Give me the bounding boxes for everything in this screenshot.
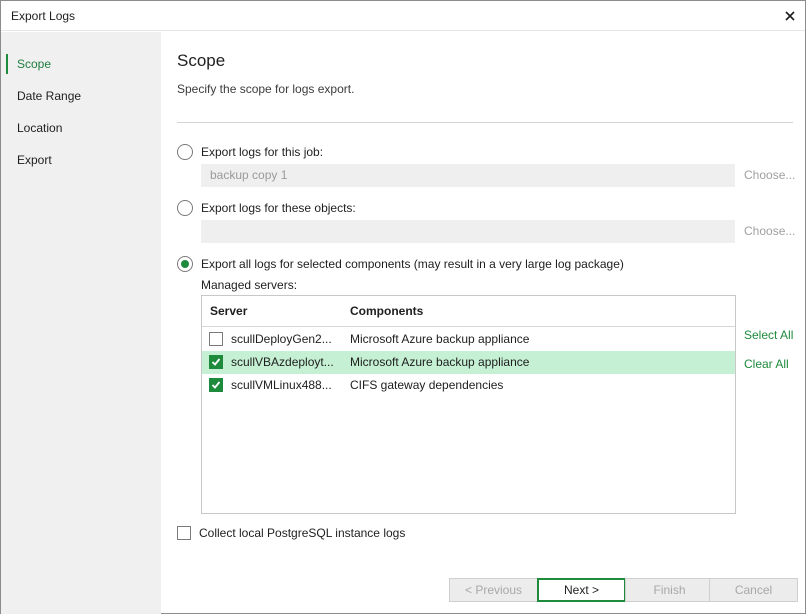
sidebar-item-export[interactable]: Export [1, 148, 161, 172]
component-name: Microsoft Azure backup appliance [350, 332, 530, 346]
radio-export-objects-label: Export logs for these objects: [201, 201, 356, 215]
sidebar-item-scope[interactable]: Scope [1, 52, 161, 76]
cancel-button[interactable]: Cancel [709, 578, 798, 602]
close-icon [785, 11, 795, 21]
collect-postgres-label: Collect local PostgreSQL instance logs [199, 526, 406, 540]
window-title: Export Logs [11, 9, 76, 23]
component-name: Microsoft Azure backup appliance [350, 355, 530, 369]
objects-field[interactable] [201, 220, 735, 243]
checkmark-icon [211, 358, 221, 366]
clear-all-link[interactable]: Clear All [744, 357, 789, 371]
table-header: Server Components [202, 296, 735, 327]
radio-export-components-label: Export all logs for selected components … [201, 257, 624, 271]
column-header-components[interactable]: Components [350, 304, 423, 318]
finish-button[interactable]: Finish [625, 578, 714, 602]
managed-servers-label: Managed servers: [201, 278, 298, 292]
table-row[interactable]: scullDeployGen2... Microsoft Azure backu… [202, 328, 735, 351]
column-header-server[interactable]: Server [210, 304, 247, 318]
export-logs-dialog: Export Logs Scope Date Range Location Ex… [0, 0, 806, 614]
sidebar-item-location[interactable]: Location [1, 116, 161, 140]
row-checkbox[interactable] [209, 332, 223, 346]
sidebar-item-date-range[interactable]: Date Range [1, 84, 161, 108]
select-all-link[interactable]: Select All [744, 328, 793, 342]
next-button[interactable]: Next > [537, 578, 626, 602]
page-title: Scope [177, 51, 226, 70]
divider [177, 122, 793, 123]
page-subtitle: Specify the scope for logs export. [177, 82, 355, 96]
radio-export-components[interactable] [177, 256, 193, 272]
title-bar: Export Logs [1, 1, 805, 31]
server-name: scullVMLinux488... [231, 378, 332, 392]
row-checkbox[interactable] [209, 378, 223, 392]
table-row[interactable]: scullVMLinux488... CIFS gateway dependen… [202, 374, 735, 397]
choose-job-button[interactable]: Choose... [744, 168, 795, 182]
job-field[interactable]: backup copy 1 [201, 164, 735, 187]
component-name: CIFS gateway dependencies [350, 378, 504, 392]
choose-objects-button[interactable]: Choose... [744, 224, 795, 238]
main-content: Scope Specify the scope for logs export.… [161, 32, 805, 614]
radio-export-job[interactable] [177, 144, 193, 160]
close-button[interactable] [779, 5, 801, 27]
checkmark-icon [211, 381, 221, 389]
collect-postgres-checkbox[interactable] [177, 526, 191, 540]
table-row[interactable]: scullVBAzdeployt... Microsoft Azure back… [202, 351, 735, 374]
managed-servers-table: Server Components scullDeployGen2... Mic… [201, 295, 736, 514]
row-checkbox[interactable] [209, 355, 223, 369]
server-name: scullDeployGen2... [231, 332, 332, 346]
wizard-steps-sidebar: Scope Date Range Location Export [1, 32, 161, 614]
radio-export-objects[interactable] [177, 200, 193, 216]
previous-button[interactable]: < Previous [449, 578, 538, 602]
radio-export-job-label: Export logs for this job: [201, 145, 324, 159]
server-name: scullVBAzdeployt... [231, 355, 334, 369]
